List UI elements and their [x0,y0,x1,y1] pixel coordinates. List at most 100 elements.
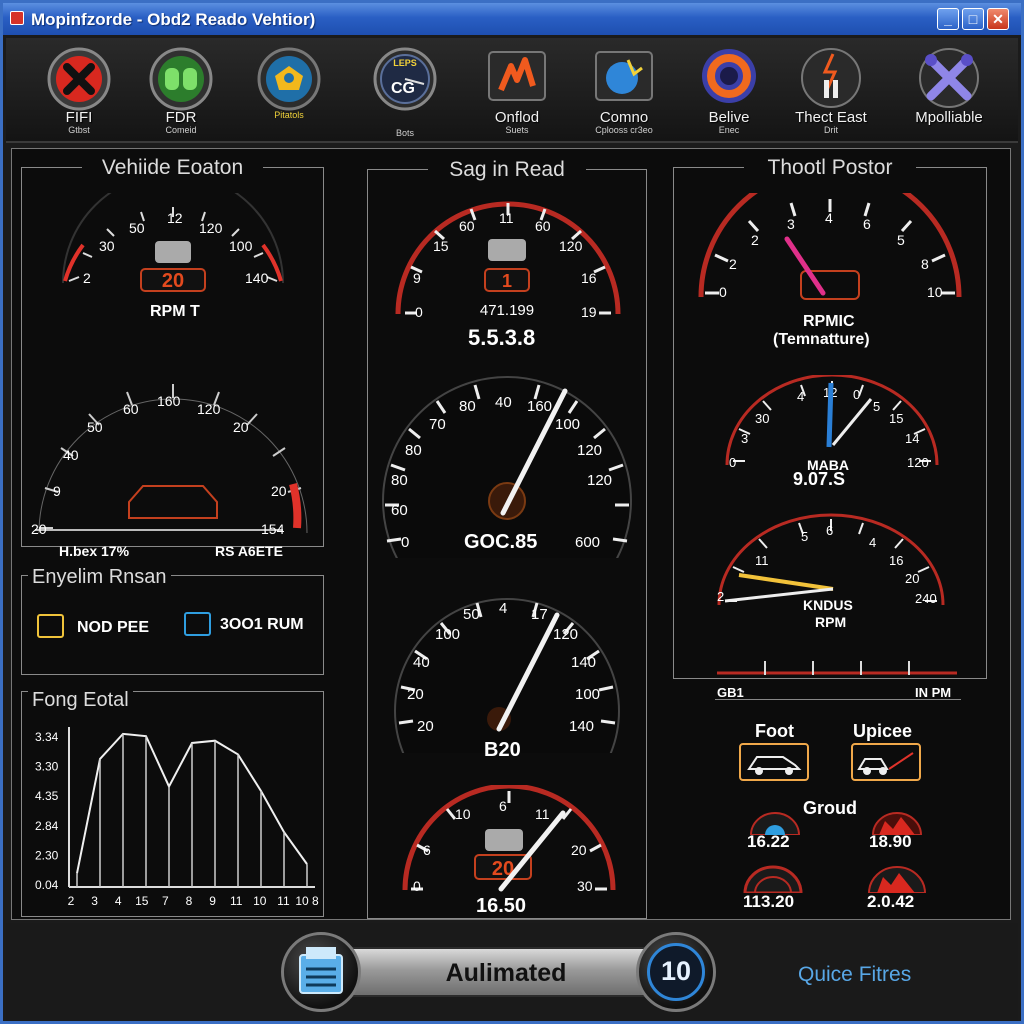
tool-belive-button[interactable]: Belive Enec [674,46,784,141]
tick-label: 60 [391,502,408,519]
error-x-icon [47,47,111,111]
tick-label: 6 [826,523,833,538]
close-button[interactable]: ✕ [987,8,1009,30]
tick-label: 160 [527,398,552,415]
mini-gauge-3 [743,865,803,893]
tool-pitatols-button[interactable]: Pitatols [234,46,344,141]
tick-label: 20 [407,686,424,703]
rpm-temp-label-1: RPMIC [803,313,855,330]
tick-label: 11 [755,553,769,568]
tick-label: 11 [499,210,514,226]
tick-label: 0 [401,534,409,551]
window-title: Mopinfzorde - Obd2 Readο Vehtior) [31,10,316,29]
tick-label: 20 [905,571,919,586]
tick-label: 5 [801,529,808,544]
tool-onflod-button[interactable]: Onflod Suets [462,46,572,141]
counter-button[interactable]: 10 [636,932,716,1012]
tick-label: 17 [531,606,548,623]
tick-label: 100 [575,686,600,703]
engine-box-title: Enyelim Rnsan [28,566,171,589]
rpm-gauge: 2 30 50 12 120 100 140 20 [62,193,284,292]
tick-label: 2 [83,270,91,286]
groud-label: Groud [803,798,857,818]
tool-fdr-button[interactable]: FDR Comeid [126,46,236,141]
tow-icon [851,743,921,781]
knuds-rpm-label: RPM [815,614,847,630]
engine-icon [149,47,213,111]
tick-label: 8 [921,256,929,272]
tick-label: 0 [719,284,727,300]
maba-value: 9.07.S [793,469,846,489]
gauge-reading: 471.199 [480,302,534,319]
x-tick-label: 11 [277,894,290,908]
tick-label: 80 [405,442,422,459]
tool-mpolliable-button[interactable]: Mpolliable [894,46,1004,141]
title-bar[interactable]: Mopinfzorde - Obd2 Readο Vehtior) _ □ ✕ [3,3,1021,35]
tick-label: 15 [433,238,449,254]
gauge-2-value: GOC.85 [464,531,538,553]
tick-label: 50 [463,606,480,623]
tool-sublabel: Comeid [165,125,197,135]
signal-gauge-4: 0 6 10 6 11 20 30 20 [402,785,616,894]
maximize-button[interactable]: □ [962,8,984,30]
tick-label: 140 [245,270,269,286]
tick-label: 40 [413,654,430,671]
tick-label: 120 [587,472,612,489]
printer-icon [299,947,343,994]
tick-label: 5 [873,399,880,414]
tick-label: 120 [577,442,602,459]
y-tick-label: 0.04 [35,878,59,892]
badge-text: CG [391,80,415,97]
strip-divider [715,699,961,700]
engine-item-2: 3OO1 RUM [220,616,304,633]
tick-label: 40 [495,394,512,411]
app-window: Mopinfzorde - Obd2 Readο Vehtior) _ □ ✕ … [0,0,1024,1024]
counter-value: 10 [660,956,692,986]
tick-label: 60 [123,401,139,417]
automated-bar[interactable]: Aulimated [346,947,666,997]
tool-comno-button[interactable]: Comno Cplooss cr3eo [569,46,679,141]
battery-icon [184,612,211,636]
tick-label: 9 [413,270,421,286]
tick-label: 2 [729,256,737,272]
tick-label: 100 [229,238,253,254]
reading-2: 18.90 [869,832,912,851]
signal-gauge-3: 20 20 40 100 50 4 17 120 140 100 140 [394,598,620,753]
tick-label: 16 [581,270,597,286]
tick-label: 30 [755,411,769,426]
tick-label: 240 [915,591,937,606]
tick-label: 0 [413,878,421,894]
tick-label: 20 [31,521,47,537]
tick-label: 30 [577,878,593,894]
x-tick-label: 7 [162,894,169,908]
speed-gauge: 20 9 40 50 60 160 120 20 20 154 [31,384,308,537]
tick-label: 6 [423,842,431,858]
tool-label: FDR [165,109,197,126]
tick-label: 3 [787,216,795,232]
refresh-ring-icon [702,49,756,103]
tool-thect-east-button[interactable]: Thect East Drit [776,46,886,141]
panel-title: Sag in Read [428,158,586,182]
toolbar: FIFI Gtbst FDR Comeid Pitatols LEPS CG B… [6,38,1018,143]
print-button[interactable] [281,932,361,1012]
tool-bots-button[interactable]: LEPS CG Bots [350,46,460,141]
tick-label: 100 [555,416,580,433]
gauge-4-value: 16.50 [476,895,527,917]
x-tick-label: 9 [209,894,216,908]
tick-label: 30 [99,238,115,254]
minimize-button[interactable]: _ [937,8,959,30]
gauge-1-value: 5.5.3.8 [468,325,536,350]
tick-label: 0 [415,304,423,320]
automated-label: Aulimated [445,959,567,987]
panel-title: Thootl Postor [744,156,916,180]
network-spark-icon [595,51,653,101]
reading-4: 2.0.42 [867,892,915,911]
gauge-cg-icon: LEPS CG [373,47,437,111]
tick-label: 3 [741,431,748,446]
x-tick-label: 8 [186,894,193,908]
tick-label: 50 [87,419,103,435]
quick-filters-link[interactable]: Quice Fitres [798,963,911,987]
tool-sublabel: Bots [395,128,414,138]
strip-left-label: GB1 [717,685,744,700]
tool-fifi-button[interactable]: FIFI Gtbst [24,46,134,141]
